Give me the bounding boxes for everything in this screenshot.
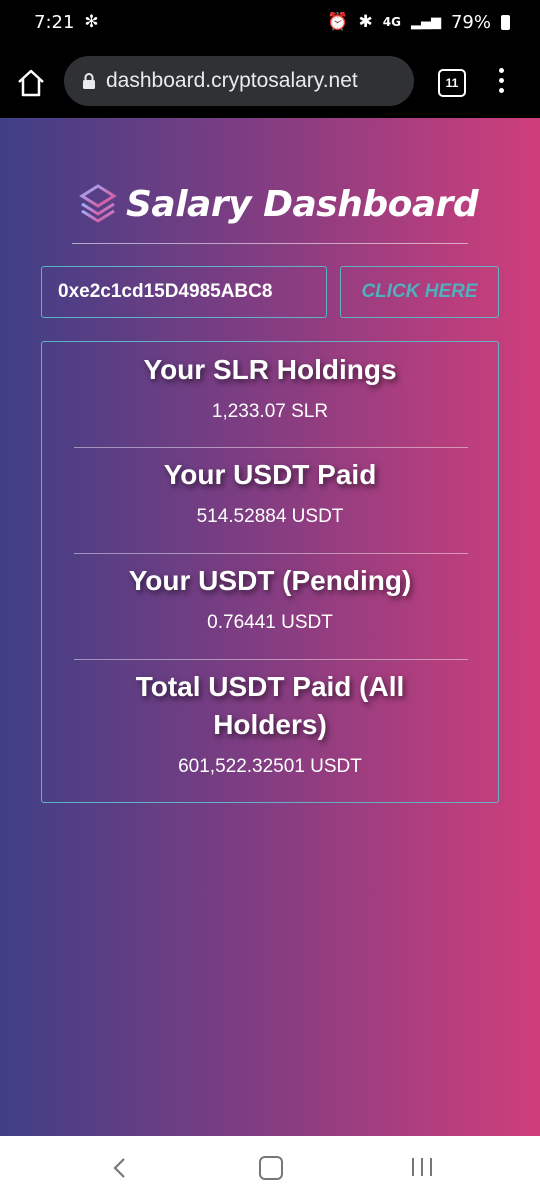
bluetooth-icon: ✱ [358, 12, 373, 32]
stat-value: 601,522.32501 USDT [178, 756, 362, 777]
menu-dot-icon [498, 78, 504, 83]
click-here-button[interactable]: CLICK HERE [340, 266, 499, 318]
url-bar[interactable]: dashboard.cryptosalary.net [64, 56, 414, 106]
status-bar: 7:21 ✻ ⏰ ✱ 4G ▂▄▆ 79% [0, 0, 540, 44]
dashboard-page: Salary Dashboard 0xe2c1cd15D4985ABC8 CLI… [0, 118, 540, 1136]
alarm-icon: ⏰ [327, 12, 349, 32]
title-divider [72, 243, 468, 244]
stat-value: 514.52884 USDT [196, 506, 344, 527]
stat-total-usdt-paid: Total USDT Paid (All Holders) 601,522.32… [42, 668, 498, 778]
stat-title: Your SLR Holdings [143, 354, 397, 385]
stat-divider [74, 553, 468, 554]
stat-title: Your USDT (Pending) [128, 565, 412, 596]
status-time: 7:21 [34, 11, 75, 33]
more-menu-button[interactable] [496, 68, 506, 94]
fan-icon: ✻ [84, 12, 99, 32]
lock-icon [83, 73, 95, 89]
menu-dot-icon [498, 68, 504, 73]
battery-icon [501, 14, 510, 30]
logo-icon [79, 184, 117, 223]
stat-value: 1,233.07 SLR [211, 401, 329, 422]
stat-usdt-paid: Your USDT Paid 514.52884 USDT [42, 456, 498, 528]
stat-title: Your USDT Paid [163, 459, 377, 490]
stat-title: Total USDT Paid (All Holders) [135, 671, 405, 740]
page-title: Salary Dashboard [126, 183, 479, 225]
stat-divider [74, 447, 468, 448]
battery-percent: 79% [450, 11, 491, 33]
recent-apps-icon[interactable] [412, 1158, 432, 1176]
tab-switcher-button[interactable]: 11 [438, 69, 466, 97]
stat-usdt-pending: Your USDT (Pending) 0.76441 USDT [42, 562, 498, 634]
home-nav-icon[interactable] [259, 1156, 283, 1180]
signal-icon: ▂▄▆ [410, 14, 441, 30]
home-icon [18, 69, 44, 97]
brand-header: Salary Dashboard [76, 182, 479, 226]
back-icon[interactable] [110, 1156, 130, 1180]
home-button[interactable] [16, 68, 46, 98]
menu-dot-icon [498, 88, 504, 93]
system-nav-bar [0, 1136, 540, 1200]
browser-toolbar: dashboard.cryptosalary.net 11 [0, 44, 540, 118]
wallet-address-input[interactable]: 0xe2c1cd15D4985ABC8 [41, 266, 327, 318]
url-text: dashboard.cryptosalary.net [106, 69, 358, 92]
stats-card: Your SLR Holdings 1,233.07 SLR Your USDT… [41, 341, 499, 803]
stat-slr-holdings: Your SLR Holdings 1,233.07 SLR [42, 351, 498, 423]
stat-value: 0.76441 USDT [207, 612, 333, 633]
stat-divider [74, 659, 468, 660]
network-type: 4G [382, 15, 401, 29]
